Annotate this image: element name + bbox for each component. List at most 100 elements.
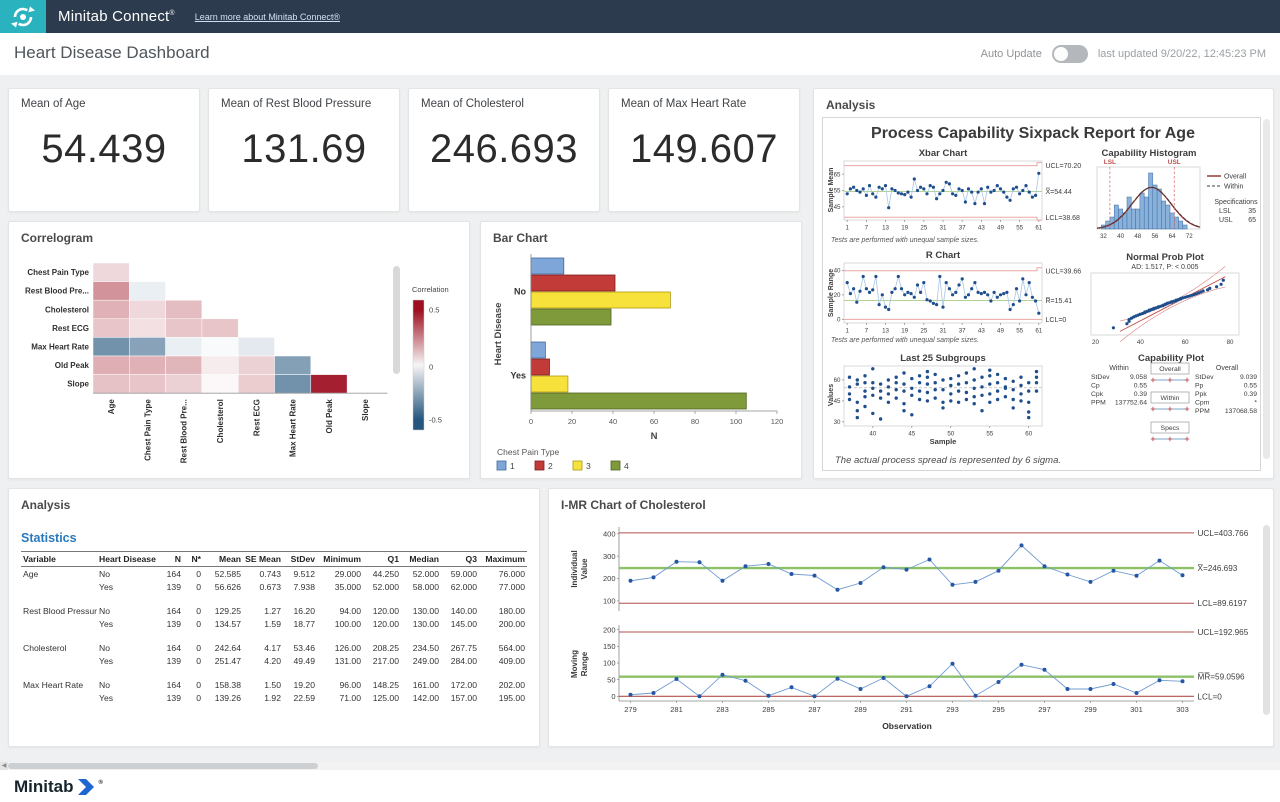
- svg-text:2: 2: [548, 461, 553, 471]
- svg-text:Ppk: Ppk: [1195, 391, 1207, 398]
- learn-more-link[interactable]: Learn more about Minitab Connect®: [195, 12, 340, 22]
- svg-text:400: 400: [603, 529, 616, 538]
- panel-title: Bar Chart: [493, 231, 548, 245]
- horizontal-scrollbar-thumb[interactable]: [8, 763, 318, 769]
- svg-text:120: 120: [771, 417, 784, 426]
- auto-update-toggle[interactable]: [1052, 45, 1088, 63]
- svg-text:USL: USL: [1168, 159, 1181, 166]
- svg-text:StDev: StDev: [1091, 374, 1110, 381]
- footer-brand-text: Minitab: [14, 777, 74, 797]
- kpi-label: Mean of Age: [21, 98, 86, 110]
- horizontal-scrollbar[interactable]: ◀: [0, 762, 1280, 770]
- svg-text:Yes: Yes: [510, 371, 526, 381]
- svg-text:301: 301: [1130, 705, 1143, 714]
- svg-text:60: 60: [834, 377, 841, 384]
- svg-text:55: 55: [1016, 225, 1023, 232]
- svg-text:43: 43: [978, 225, 985, 232]
- svg-text:StDev: StDev: [1195, 374, 1214, 381]
- svg-text:49: 49: [997, 225, 1004, 232]
- svg-text:31: 31: [940, 225, 947, 232]
- page-footer: ◀ Minitab ®: [0, 762, 1280, 802]
- svg-text:0.39: 0.39: [1134, 391, 1147, 398]
- svg-text:LCL=0: LCL=0: [1046, 317, 1067, 324]
- svg-text:Last 25 Subgroups: Last 25 Subgroups: [900, 353, 986, 364]
- scroll-left-arrow-icon[interactable]: ◀: [0, 762, 8, 770]
- svg-text:25: 25: [920, 225, 927, 232]
- kpi-card-cholesterol: Mean of Cholesterol 246.693: [408, 88, 600, 212]
- minitab-connect-logo-icon: [0, 0, 46, 33]
- kpi-value: 246.693: [409, 127, 599, 172]
- svg-text:40: 40: [1137, 339, 1144, 346]
- svg-text:1: 1: [845, 328, 849, 335]
- svg-text:1: 1: [510, 461, 515, 471]
- svg-text:Within: Within: [1224, 184, 1244, 191]
- svg-text:49: 49: [997, 328, 1004, 335]
- svg-text:Within: Within: [1161, 395, 1180, 402]
- svg-text:Old Peak: Old Peak: [325, 399, 334, 434]
- svg-text:4: 4: [624, 461, 629, 471]
- svg-text:0: 0: [611, 692, 615, 701]
- kpi-label: Mean of Cholesterol: [421, 98, 524, 110]
- svg-text:279: 279: [624, 705, 637, 714]
- svg-text:PPM: PPM: [1195, 408, 1210, 415]
- svg-text:45: 45: [834, 398, 841, 405]
- svg-text:25: 25: [920, 328, 927, 335]
- svg-text:Max Heart Rate: Max Heart Rate: [31, 343, 89, 352]
- imr-chart: IndividualValue100200300400UCL=403.766X̅…: [557, 517, 1261, 746]
- svg-text:295: 295: [992, 705, 1005, 714]
- imr-panel: I-MR Chart of Cholesterol IndividualValu…: [548, 488, 1274, 747]
- svg-text:13: 13: [882, 225, 889, 232]
- correlogram-scrollbar[interactable]: [393, 266, 400, 374]
- kpi-value: 149.607: [609, 127, 799, 172]
- svg-text:UCL=70.20: UCL=70.20: [1046, 163, 1082, 170]
- svg-text:72: 72: [1186, 233, 1193, 240]
- sixpack-scrollbar[interactable]: [1263, 119, 1270, 459]
- svg-text:Chest Pain Type: Chest Pain Type: [497, 447, 559, 457]
- svg-text:0.55: 0.55: [1244, 383, 1257, 390]
- svg-text:Specifications: Specifications: [1214, 199, 1258, 206]
- svg-text:137752.64: 137752.64: [1115, 400, 1147, 407]
- svg-text:0: 0: [529, 417, 533, 426]
- panel-title: Analysis: [826, 98, 875, 112]
- svg-text:Individual: Individual: [570, 550, 579, 587]
- svg-text:100: 100: [730, 417, 743, 426]
- svg-text:Slope: Slope: [67, 380, 89, 389]
- svg-text:LCL=0: LCL=0: [1198, 692, 1223, 701]
- svg-text:R̅=15.41: R̅=15.41: [1045, 297, 1072, 305]
- auto-update-label: Auto Update: [981, 48, 1042, 60]
- svg-text:60: 60: [1025, 431, 1032, 438]
- svg-text:No: No: [514, 287, 526, 297]
- top-bar: Minitab Connect® Learn more about Minita…: [0, 0, 1280, 33]
- svg-text:150: 150: [603, 642, 616, 651]
- svg-text:9.058: 9.058: [1130, 374, 1147, 381]
- correlogram-chart: Chest Pain TypeRest Blood Pre...Choleste…: [9, 222, 469, 483]
- svg-text:Cp: Cp: [1091, 383, 1100, 390]
- svg-text:The actual process spread is r: The actual process spread is represented…: [835, 455, 1061, 466]
- correlogram-panel: Correlogram Chest Pain TypeRest Blood Pr…: [8, 221, 470, 479]
- svg-text:Cholesterol: Cholesterol: [216, 399, 225, 443]
- bar-chart-chart: NoYes020406080100120NHeart DiseaseChest …: [489, 250, 789, 479]
- svg-text:Normal Prob Plot: Normal Prob Plot: [1126, 252, 1204, 263]
- sixpack-panel: Analysis Process Capability Sixpack Repo…: [813, 88, 1274, 479]
- svg-text:7: 7: [865, 328, 869, 335]
- svg-text:64: 64: [1169, 233, 1176, 240]
- svg-text:X̅=246.693: X̅=246.693: [1197, 563, 1238, 573]
- bar-chart-panel: Bar Chart NoYes020406080100120NHeart Dis…: [480, 221, 802, 479]
- svg-text:137068.58: 137068.58: [1225, 408, 1257, 415]
- svg-text:Cpk: Cpk: [1091, 391, 1104, 398]
- svg-text:Rest ECG: Rest ECG: [252, 399, 261, 436]
- svg-text:*: *: [1254, 400, 1257, 407]
- statistics-subtitle[interactable]: Statistics: [21, 531, 77, 545]
- svg-text:45: 45: [908, 431, 915, 438]
- imr-scrollbar[interactable]: [1263, 525, 1270, 715]
- svg-text:Slope: Slope: [361, 399, 370, 421]
- svg-text:UCL=39.66: UCL=39.66: [1046, 268, 1082, 275]
- kpi-card-rest-bp: Mean of Rest Blood Pressure 131.69: [208, 88, 400, 212]
- svg-text:Sample: Sample: [930, 437, 957, 446]
- minitab-chevron-icon: [78, 779, 95, 795]
- dashboard-body: Mean of Age 54.439 Mean of Rest Blood Pr…: [0, 75, 1280, 762]
- svg-text:Old Peak: Old Peak: [55, 361, 90, 370]
- svg-text:287: 287: [808, 705, 821, 714]
- svg-text:200: 200: [603, 574, 616, 583]
- svg-text:Age: Age: [107, 399, 116, 415]
